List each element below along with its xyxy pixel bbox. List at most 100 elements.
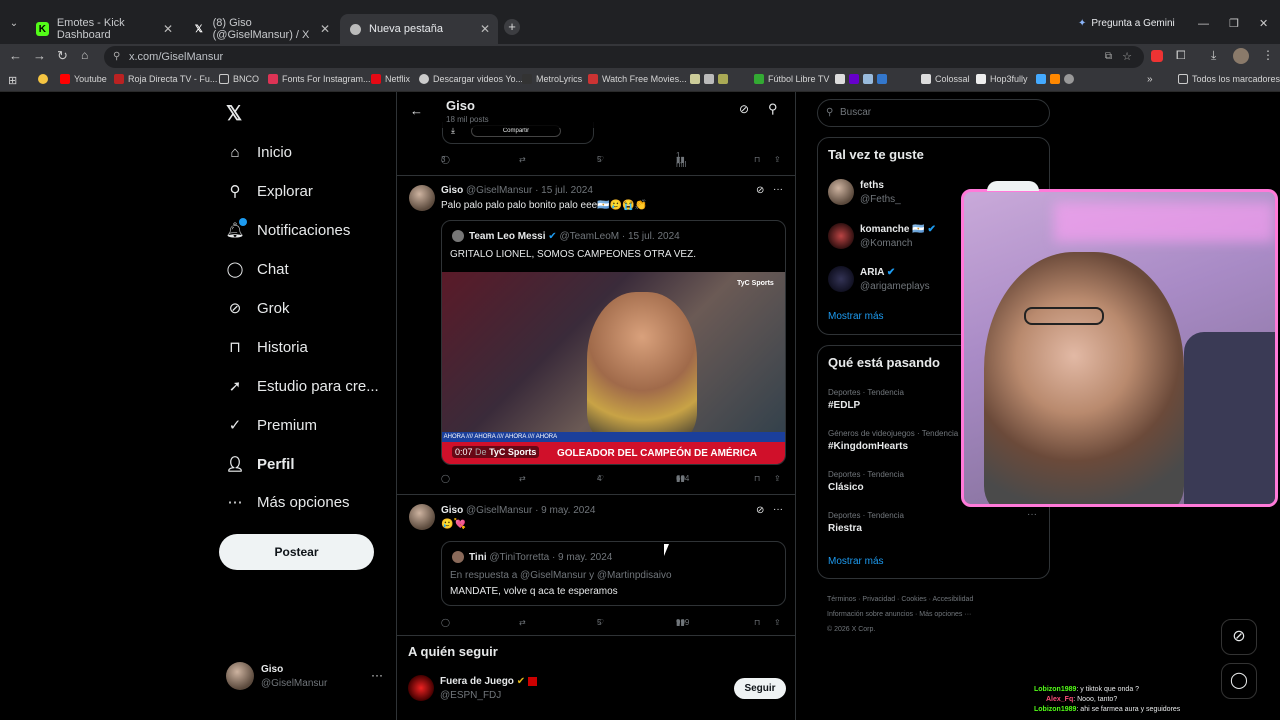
nav-mas-opciones[interactable]: ⋯ Más opciones: [226, 493, 350, 512]
bookmark-icon[interactable]: ⊓: [754, 155, 760, 164]
close-icon[interactable]: ✕: [163, 22, 173, 36]
views-icon[interactable]: ▮▮ 1 mil: [676, 151, 687, 169]
like-button[interactable]: ♡ 4: [597, 474, 606, 483]
video-player[interactable]: TyC Sports AHORA //// AHORA //// AHORA /…: [442, 272, 785, 464]
home-icon[interactable]: ⌂: [81, 48, 88, 62]
bookmark-icon[interactable]: ⊓: [754, 474, 760, 483]
share-icon[interactable]: ⇪: [774, 474, 781, 483]
reload-icon[interactable]: ↻: [57, 48, 68, 64]
tab-kick[interactable]: K Emotes - Kick Dashboard ✕: [26, 14, 181, 44]
gemini-button[interactable]: ✦ Pregunta a Gemini: [1078, 18, 1175, 29]
bookmark-colossal[interactable]: Colossal: [921, 74, 970, 84]
back-icon[interactable]: ←: [9, 48, 22, 63]
address-bar[interactable]: ⚲ x.com/GiselMansur ⧉ ☆: [104, 46, 1144, 68]
download-icon[interactable]: ⤓: [1211, 48, 1216, 63]
bookmark-movies[interactable]: Watch Free Movies...: [588, 74, 687, 84]
more-icon[interactable]: ···: [773, 504, 783, 515]
nav-notificaciones[interactable]: 🔔︎ Notificaciones: [225, 218, 350, 239]
bookmark-descargar[interactable]: Descargar videos Yo...: [419, 74, 523, 84]
follow-button[interactable]: Seguir: [734, 678, 786, 699]
nav-chat[interactable]: ◯ Chat: [226, 260, 289, 279]
follow-suggestion[interactable]: Fuera de Juego ✔ @ESPN_FDJ Seguir: [397, 672, 795, 708]
new-tab-button[interactable]: +: [504, 19, 520, 35]
share-icon[interactable]: ⇪: [774, 618, 781, 627]
grok-floating-button[interactable]: ⊘: [1221, 619, 1257, 655]
tab-new[interactable]: Nueva pestaña ✕: [340, 14, 498, 44]
nav-historia[interactable]: ⊓ Historia: [226, 338, 308, 357]
bookmark-youtube[interactable]: Youtube: [60, 74, 107, 84]
show-more-link[interactable]: Mostrar más: [828, 556, 884, 567]
nav-perfil[interactable]: 👤︎ Perfil: [225, 455, 294, 474]
webcam-person: [984, 252, 1184, 504]
views-icon[interactable]: ▮▮ 604: [676, 474, 689, 483]
bookmark-icons-2[interactable]: [835, 74, 891, 84]
bookmark-metrolyrics[interactable]: MetroLyrics: [522, 74, 582, 84]
grok-icon[interactable]: ⊘: [756, 505, 764, 516]
post-button[interactable]: Postear: [219, 534, 374, 570]
grok-icon[interactable]: ⊘: [756, 185, 764, 196]
post-meta: Giso @GiselMansur · 9 may. 2024: [441, 505, 596, 516]
avatar: [409, 185, 435, 211]
like-button[interactable]: ♡ 5: [597, 618, 606, 627]
install-icon[interactable]: ⧉: [1105, 46, 1112, 68]
more-icon[interactable]: ···: [371, 668, 383, 682]
repost-icon[interactable]: ⇄: [519, 618, 526, 627]
more-bookmarks-icon[interactable]: »: [1147, 74, 1153, 85]
trend-item[interactable]: Deportes · Tendencia Riestra ···: [828, 509, 1043, 534]
site-info-icon[interactable]: ⚲: [113, 46, 120, 68]
reply-button[interactable]: ◯ 3: [441, 155, 452, 164]
grok-icon[interactable]: ⊘: [739, 102, 749, 116]
window-close-button[interactable]: ✕: [1259, 17, 1268, 30]
search-icon[interactable]: ⚲: [768, 101, 778, 117]
nav-explorar[interactable]: ⚲ Explorar: [226, 182, 313, 201]
close-icon[interactable]: ✕: [480, 22, 490, 36]
repost-icon[interactable]: ⇄: [519, 155, 526, 164]
search-input[interactable]: ⚲ Buscar: [817, 99, 1050, 127]
more-icon[interactable]: ···: [1027, 509, 1037, 520]
nav-inicio[interactable]: ⌂ Inicio: [226, 143, 292, 161]
quoted-post[interactable]: Tini @TiniTorretta · 9 may. 2024 En resp…: [441, 541, 786, 606]
tab-x[interactable]: 𝕏 (8) Giso (@GiselMansur) / X ✕: [183, 14, 338, 44]
bookmark-icons[interactable]: [690, 74, 732, 84]
post-text: 🥲💘: [441, 519, 466, 530]
apps-icon[interactable]: ⊞: [8, 74, 17, 87]
post-messi[interactable]: Giso @GiselMansur · 15 jul. 2024 ⊘ ··· P…: [397, 177, 795, 495]
bookmark-star-icon[interactable]: ☆: [1122, 46, 1132, 68]
reply-icon[interactable]: ◯: [441, 474, 450, 483]
browser-menu-icon[interactable]: ⋮: [1262, 48, 1274, 62]
emoji-bookmark[interactable]: [38, 74, 52, 84]
minimize-button[interactable]: —: [1198, 18, 1209, 30]
bookmark-bnco[interactable]: BNCO: [219, 74, 259, 84]
nav-estudio[interactable]: ➚ Estudio para cre...: [226, 377, 379, 396]
bookmark-netflix[interactable]: Netflix: [371, 74, 410, 84]
nav-premium[interactable]: ✓ Premium: [226, 416, 317, 435]
repost-icon[interactable]: ⇄: [519, 474, 526, 483]
profile-avatar[interactable]: [1233, 48, 1249, 64]
reply-icon[interactable]: ◯: [441, 618, 450, 627]
tab-list-button[interactable]: ⌄: [6, 18, 22, 34]
restore-button[interactable]: ❐: [1229, 17, 1239, 30]
quoted-post[interactable]: Team Leo Messi ✔ @TeamLeoM · 15 jul. 202…: [441, 220, 786, 465]
extension-icon[interactable]: [1151, 50, 1163, 62]
close-icon[interactable]: ✕: [320, 22, 330, 36]
like-button[interactable]: ♡ 5: [597, 155, 606, 164]
post-tini[interactable]: Giso @GiselMansur · 9 may. 2024 ⊘ ··· 🥲💘…: [397, 496, 795, 636]
bookmark-futbol[interactable]: Fútbol Libre TV: [754, 74, 829, 84]
bookmark-all[interactable]: Todos los marcadores: [1178, 74, 1280, 84]
bookmark-roja[interactable]: Roja Directa TV - Fu...: [114, 74, 217, 84]
bookmark-icon[interactable]: ⊓: [754, 618, 760, 627]
account-switcher[interactable]: Giso @GiselMansur ···: [226, 662, 386, 692]
nav-grok[interactable]: ⊘ Grok: [226, 299, 290, 318]
verified-icon: ✓: [228, 417, 242, 434]
bookmark-icons-3[interactable]: [1036, 74, 1078, 84]
forward-icon[interactable]: →: [33, 48, 46, 63]
share-icon[interactable]: ⇪: [774, 155, 781, 164]
extensions-puzzle-icon[interactable]: ⧠: [1176, 48, 1186, 63]
bookmark-fonts[interactable]: Fonts For Instagram...: [268, 74, 371, 84]
back-arrow-icon[interactable]: ←: [410, 103, 423, 118]
views-icon[interactable]: ▮▮ 999: [676, 618, 689, 627]
x-logo-icon[interactable]: 𝕏: [226, 101, 242, 126]
show-more-link[interactable]: Mostrar más: [828, 311, 884, 322]
more-icon[interactable]: ···: [773, 184, 783, 195]
bookmark-hop3fully[interactable]: Hop3fully: [976, 74, 1028, 84]
